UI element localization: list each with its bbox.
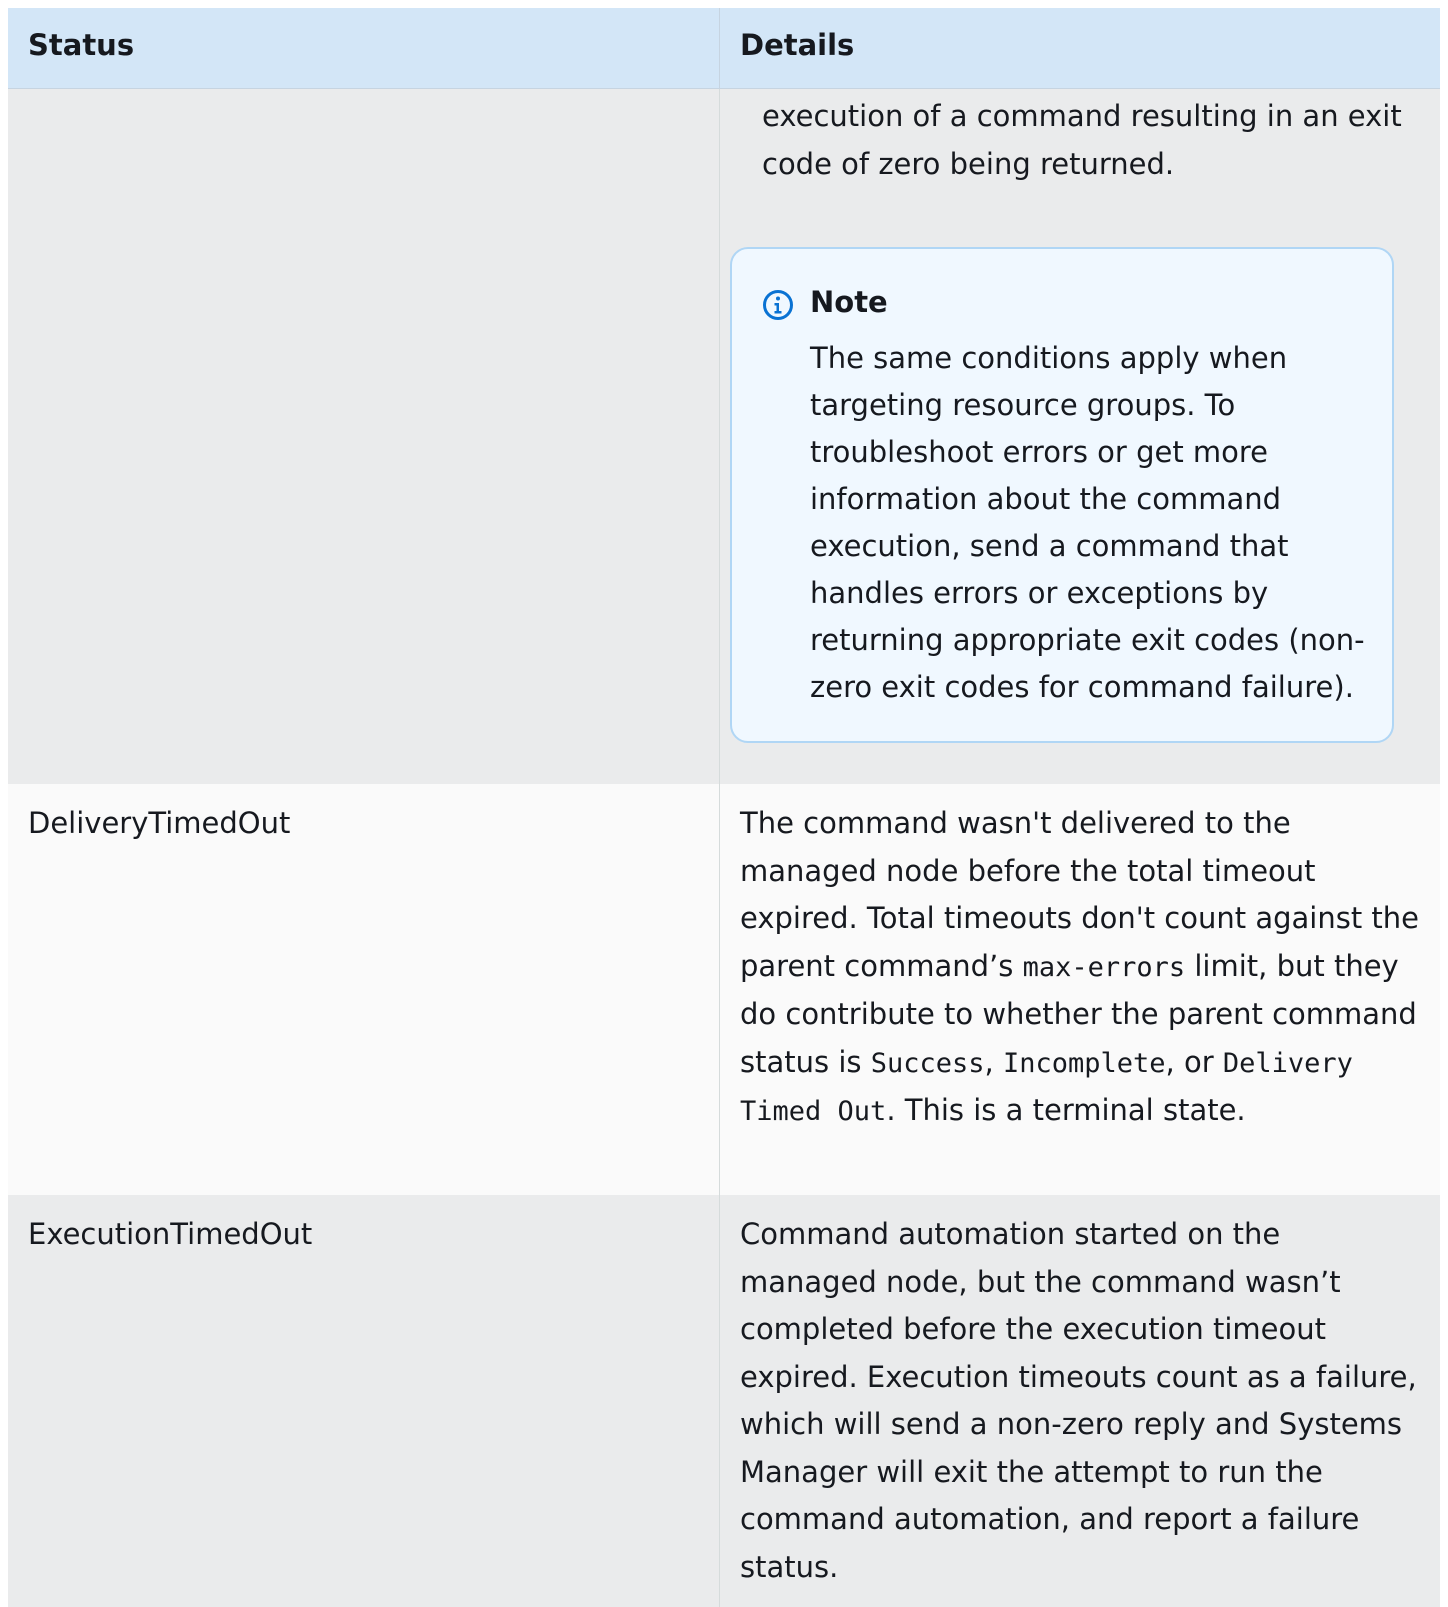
info-icon [763,290,793,320]
table-header-row: Status Details [8,8,1440,89]
details-text: , or [1165,1044,1214,1079]
status-delivery-timed-out: DeliveryTimedOut [8,784,720,1195]
status-table: Status Details execution of a command re… [8,8,1440,1607]
status-cell-empty [8,89,720,784]
table-row: ExecutionTimedOut Command automation sta… [8,1195,1440,1607]
details-text: , [984,1044,994,1079]
details-execution-timed-out: Command automation started on the manage… [740,1217,1417,1584]
code-success: Success [870,1047,985,1079]
note-callout: Note The same conditions apply when targ… [730,247,1394,743]
note-body: The same conditions apply when targeting… [810,341,1365,704]
header-status: Status [8,8,720,88]
code-incomplete: Incomplete [1002,1047,1166,1079]
table-row: DeliveryTimedOut The command wasn't deli… [8,784,1440,1195]
table-row: execution of a command resulting in an e… [8,89,1440,784]
header-details: Details [740,28,855,62]
details-delivery-timed-out: The command wasn't delivered to the mana… [720,784,1440,1195]
details-continued-text: execution of a command resulting in an e… [762,99,1402,181]
code-max-errors: max-errors [1022,951,1186,983]
note-title: Note [810,285,888,319]
details-text: . This is a terminal state. [886,1093,1246,1127]
status-execution-timed-out: ExecutionTimedOut [8,1195,720,1607]
